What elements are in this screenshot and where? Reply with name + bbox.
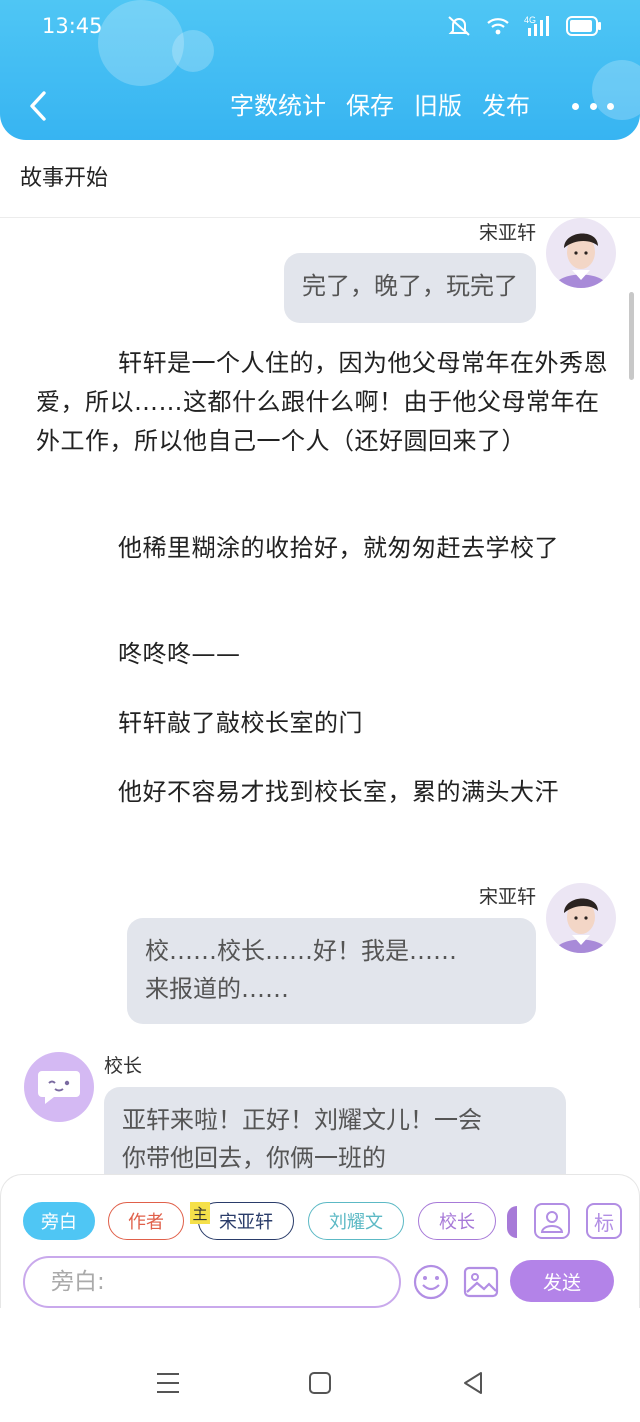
person-icon [540,1211,564,1233]
narration-paragraph[interactable]: 轩轩是一个人住的，因为他父母常年在外秀恩爱，所以……这都什么跟什么啊！由于他父母… [36,344,608,461]
app-header: 13:45 4G 字数统计 保存 旧版 发布 [0,0,640,140]
dialogue-bubble[interactable]: 亚轩来啦！正好！刘耀文儿！一会 你带他回去，你俩一班的 [104,1087,566,1177]
dialogue-line: 校……校长……好！我是…… [145,937,457,965]
header-decoration [172,30,214,72]
home-nav-button[interactable] [305,1368,335,1398]
dialogue-line: 你带他回去，你俩一班的 [122,1144,386,1172]
emoji-button[interactable] [412,1263,450,1301]
avatar-principal[interactable] [24,1052,94,1122]
menu-nav-button[interactable] [153,1368,183,1398]
header-decoration [98,0,184,86]
save-button[interactable]: 保存 [346,88,394,124]
image-icon [463,1266,499,1298]
avatar-song-yaxuan[interactable] [546,218,616,288]
square-icon [309,1372,331,1394]
menu-icon [157,1373,179,1393]
publish-button[interactable]: 发布 [482,88,530,124]
tag-button[interactable]: 标 [586,1203,622,1239]
role-chip-liu-yaowen[interactable]: 刘耀文 [308,1202,404,1240]
old-version-button[interactable]: 旧版 [414,88,462,124]
role-chip-author[interactable]: 作者 [108,1202,184,1240]
avatar-image [546,218,616,288]
signal-icon: 4G [524,15,549,36]
role-chip-more[interactable] [507,1206,517,1238]
role-chip-song-yaxuan[interactable]: 宋亚轩 [198,1202,294,1240]
system-nav-bar [0,1308,640,1422]
chapter-title[interactable]: 故事开始 [20,160,108,192]
role-manage-button[interactable] [534,1203,570,1239]
message-input[interactable]: 旁白: [23,1256,401,1308]
speaker-name: 校长 [104,1055,143,1077]
dialogue-bubble[interactable]: 校……校长……好！我是…… 来报道的…… [127,918,536,1024]
speaker-name: 宋亚轩 [478,222,536,244]
avatar-song-yaxuan[interactable] [546,883,616,953]
dialogue-bubble[interactable]: 完了，晚了，玩完了 [284,253,536,323]
narration-paragraph[interactable]: 他稀里糊涂的收拾好，就匆匆赶去学校了 [36,529,608,568]
chevron-left-icon [30,91,46,121]
battery-icon [566,16,601,36]
more-dot [589,102,597,110]
image-button[interactable] [462,1263,500,1301]
chat-bubble-icon [38,1071,80,1104]
role-chip-narrator[interactable]: 旁白 [23,1202,95,1240]
status-icons: 4G [446,14,602,38]
more-dot [572,102,579,110]
role-chip-principal[interactable]: 校长 [418,1202,496,1240]
narration-paragraph[interactable]: 咚咚咚—— [36,635,608,674]
send-button[interactable]: 发送 [510,1260,614,1302]
more-dot [607,102,614,110]
back-button[interactable] [20,86,56,126]
triangle-back-icon [464,1372,482,1394]
more-options-button[interactable] [572,92,614,120]
narration-paragraph[interactable]: 轩轩敲了敲校长室的门 [36,704,608,743]
divider [0,217,640,218]
emoji-icon [413,1264,449,1300]
wifi-icon [487,18,509,35]
main-role-tag: 主 [190,1202,210,1224]
word-count-button[interactable]: 字数统计 [230,88,326,124]
status-time: 13:45 [42,14,103,38]
back-nav-button[interactable] [458,1368,488,1398]
svg-text:4G: 4G [524,15,536,25]
dialogue-line: 来报道的…… [145,975,289,1003]
narration-paragraph[interactable]: 他好不容易才找到校长室，累的满头大汗 [36,773,608,812]
scrollbar[interactable] [629,292,634,380]
dialogue-line: 亚轩来啦！正好！刘耀文儿！一会 [122,1106,482,1134]
speaker-name: 宋亚轩 [478,886,536,908]
toolbar-menu: 字数统计 保存 旧版 发布 [230,88,530,124]
mute-bell-icon [448,16,470,36]
avatar-image [546,883,616,953]
